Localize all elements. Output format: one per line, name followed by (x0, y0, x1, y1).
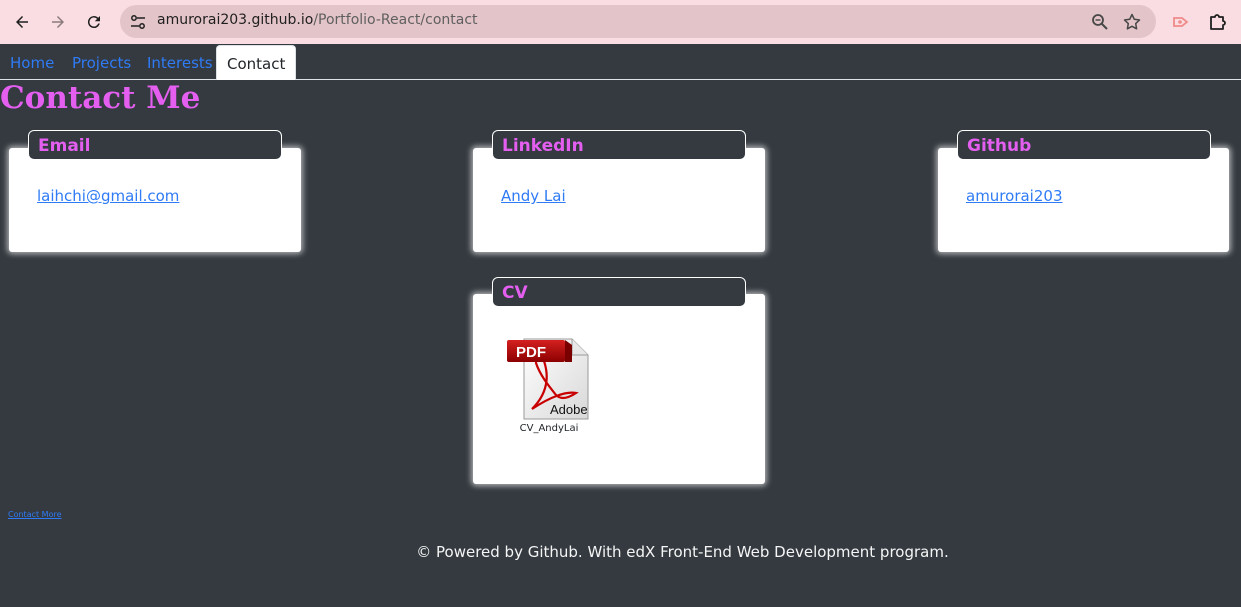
linkedin-link[interactable]: Andy Lai (501, 187, 566, 205)
extension-puzzle-icon[interactable] (1207, 11, 1229, 33)
pdf-badge-text: PDF (516, 344, 546, 361)
cv-file-label[interactable]: CV_AndyLai (506, 423, 592, 434)
zoom-icon[interactable] (1090, 12, 1110, 32)
linkedin-card-title: LinkedIn (492, 130, 746, 160)
nav-contact[interactable]: Contact (216, 45, 297, 80)
browser-toolbar: amurorai203.github.io/Portfolio-React/co… (0, 0, 1241, 44)
bookmark-star-icon[interactable] (1122, 12, 1142, 32)
pdf-brand-text: Adobe (550, 402, 588, 417)
address-bar[interactable]: amurorai203.github.io/Portfolio-React/co… (120, 5, 1156, 38)
page-title: Contact Me (0, 80, 201, 116)
footer-text: © Powered by Github. With edX Front-End … (416, 543, 949, 561)
nav-interests[interactable]: Interests (137, 45, 223, 80)
nav-projects[interactable]: Projects (62, 45, 141, 80)
cv-card-title: CV (492, 277, 746, 307)
reload-icon[interactable] (82, 10, 106, 34)
email-card-title: Email (28, 130, 282, 160)
url-text[interactable]: amurorai203.github.io/Portfolio-React/co… (157, 12, 478, 28)
url-host: amurorai203.github.io (157, 12, 314, 28)
extension-icon[interactable] (1170, 11, 1192, 33)
github-card-title: Github (957, 130, 1211, 160)
forward-icon[interactable] (46, 10, 70, 34)
email-link[interactable]: laihchi@gmail.com (37, 187, 179, 205)
contact-more-link[interactable]: Contact More (8, 510, 62, 519)
github-link[interactable]: amurorai203 (966, 187, 1062, 205)
site-nav: Home Projects Interests Contact (0, 44, 1241, 80)
nav-home[interactable]: Home (0, 45, 64, 80)
pdf-file-icon[interactable]: PDF Adobe (506, 335, 591, 423)
url-path: /Portfolio-React/contact (313, 12, 478, 28)
site-info-icon[interactable] (128, 12, 148, 32)
back-icon[interactable] (10, 10, 34, 34)
